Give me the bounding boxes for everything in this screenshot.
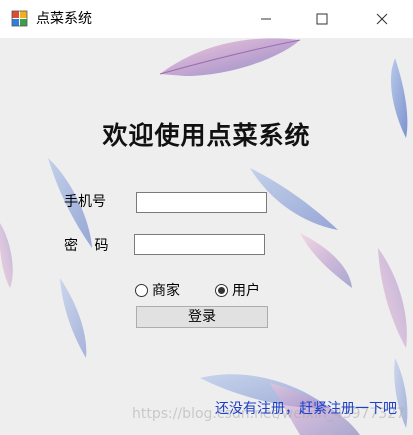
password-input[interactable] — [134, 234, 265, 255]
role-merchant-label: 商家 — [152, 283, 180, 299]
register-link[interactable]: 还没有注册，赶紧注册一下吧 — [215, 398, 397, 418]
phone-label: 手机号 — [64, 194, 106, 210]
login-button[interactable]: 登录 — [136, 306, 268, 328]
password-label: 密 码 — [64, 238, 109, 254]
maximize-icon — [316, 13, 328, 25]
title-bar: 点菜系统 — [0, 0, 413, 38]
radio-checked-icon — [215, 283, 228, 297]
page-title: 欢迎使用点菜系统 — [102, 121, 311, 150]
minimize-button[interactable] — [243, 0, 289, 38]
close-button[interactable] — [359, 0, 405, 38]
close-icon — [376, 13, 388, 25]
role-user-label: 用户 — [232, 283, 260, 299]
role-user-radio[interactable]: 用户 — [215, 280, 260, 300]
client-area: 欢迎使用点菜系统 手机号 密 码 商家 用户 登录 https://blog.c… — [0, 38, 413, 435]
role-merchant-radio[interactable]: 商家 — [135, 280, 180, 300]
maximize-button[interactable] — [299, 0, 345, 38]
login-window: 点菜系统 欢迎使用点菜系统 手机号 密 码 商家 用户 登录 https://b… — [0, 0, 413, 435]
radio-circle-icon — [135, 283, 148, 297]
phone-input[interactable] — [136, 192, 267, 213]
app-icon — [11, 10, 28, 27]
window-title: 点菜系统 — [36, 11, 92, 27]
minimize-icon — [261, 18, 271, 20]
